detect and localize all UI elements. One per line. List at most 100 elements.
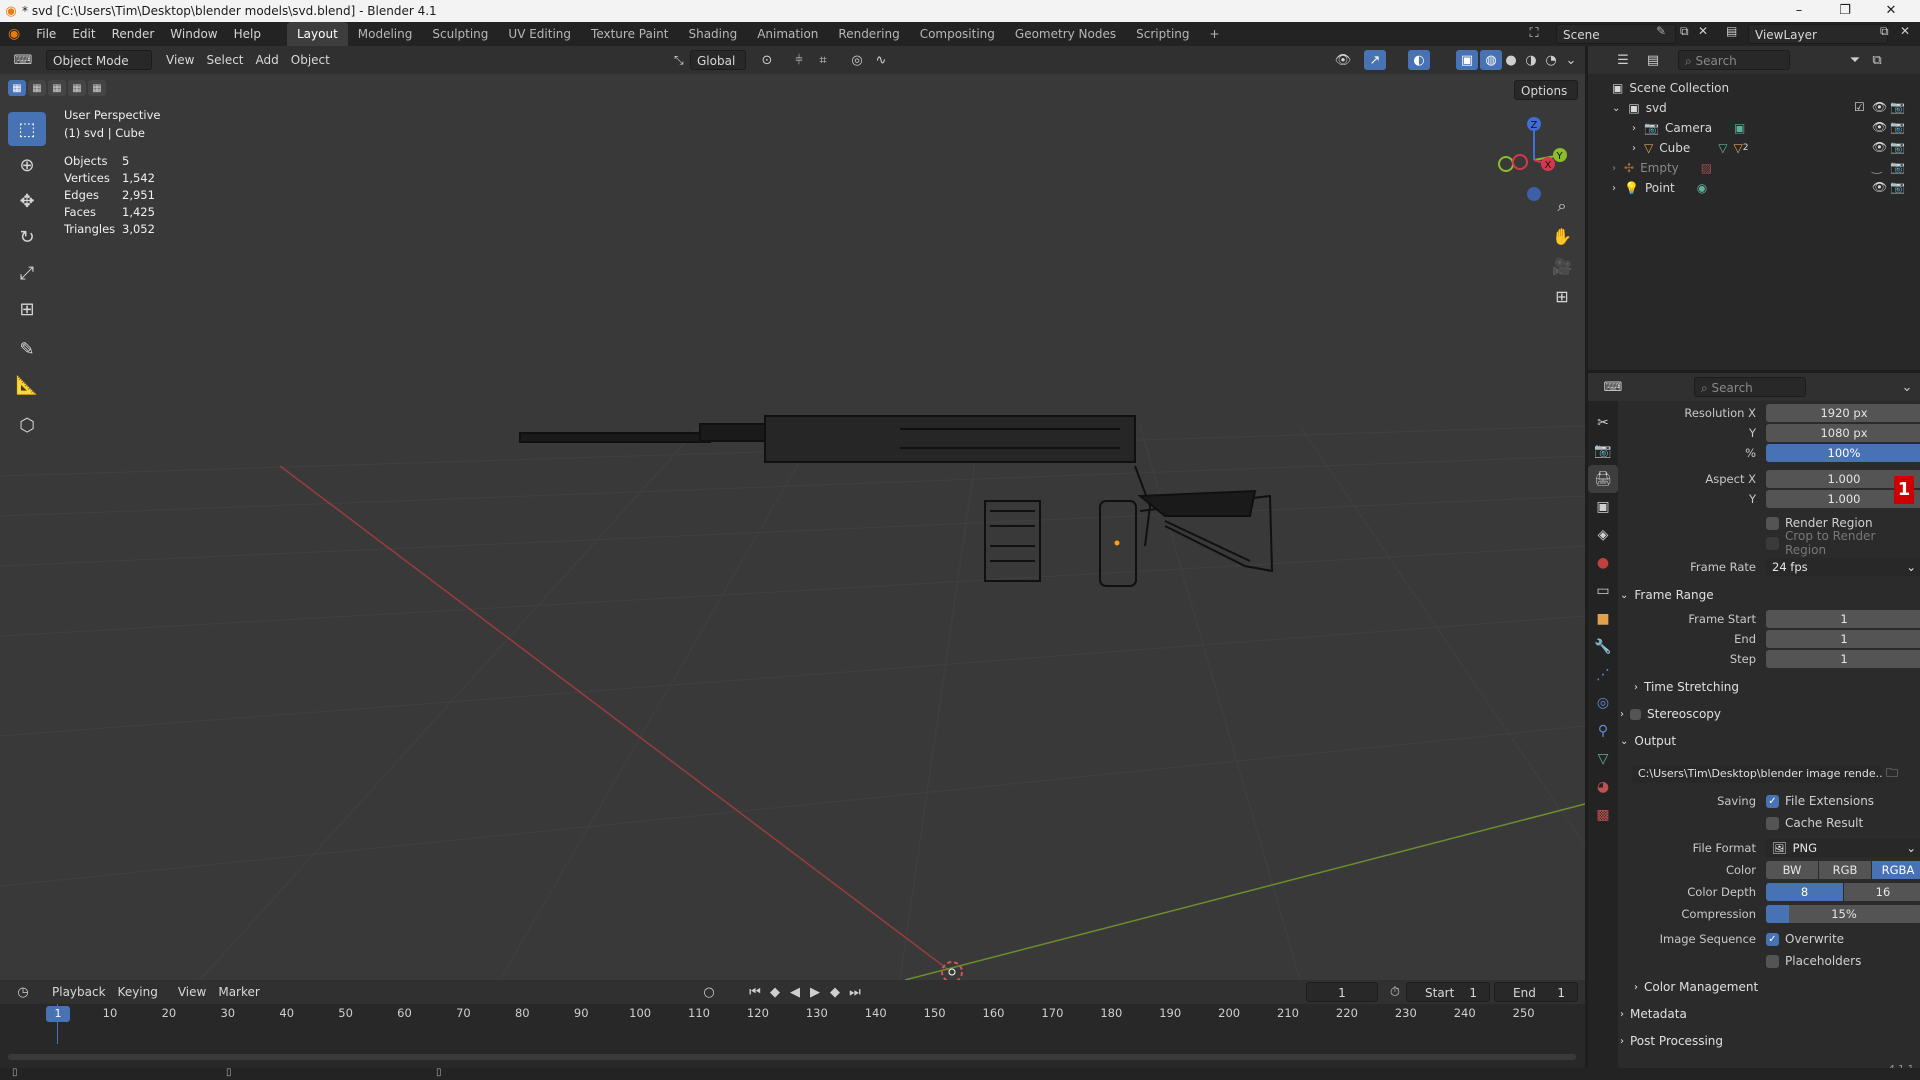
- menu-window[interactable]: Window: [162, 22, 225, 46]
- scale-tool-icon[interactable]: ⤢: [8, 256, 46, 290]
- output-path-field[interactable]: C:\Users\Tim\Desktop\blender image rende…: [1632, 765, 1882, 783]
- snap-icon[interactable]: ⫩: [788, 50, 810, 70]
- outliner-item-camera[interactable]: › 📷 Camera ▣: [1632, 118, 1745, 138]
- tab-modeling[interactable]: Modeling: [348, 22, 423, 46]
- gizmo-toggle-icon[interactable]: ↗: [1364, 50, 1386, 70]
- tab-animation[interactable]: Animation: [747, 22, 828, 46]
- view-layer-selector[interactable]: ViewLayer: [1748, 24, 1888, 44]
- tab-uv-editing[interactable]: UV Editing: [498, 22, 581, 46]
- snap-target-icon[interactable]: ⌗: [812, 50, 834, 70]
- tab-rendering[interactable]: Rendering: [828, 22, 909, 46]
- auto-keying-icon[interactable]: ○: [698, 982, 720, 1002]
- render-region-checkbox[interactable]: [1766, 516, 1779, 530]
- folder-icon[interactable]: 🗀: [1886, 764, 1898, 785]
- collection-row[interactable]: ⌄ ▣ svd: [1612, 98, 1667, 118]
- crop-region-checkbox[interactable]: [1766, 536, 1779, 550]
- options-button[interactable]: Options: [1514, 80, 1578, 100]
- post-processing-header[interactable]: › Post Processing: [1620, 1030, 1916, 1052]
- play-icon[interactable]: ▶: [804, 982, 826, 1002]
- tab-scripting[interactable]: Scripting: [1126, 22, 1199, 46]
- compression-slider[interactable]: 15%: [1766, 905, 1920, 923]
- pin-icon[interactable]: ✎: [1656, 24, 1666, 38]
- time-stretching-header[interactable]: › Time Stretching: [1634, 676, 1920, 698]
- move-tool-icon[interactable]: ✥: [8, 184, 46, 218]
- color-rgba-button[interactable]: RGBA: [1872, 861, 1920, 879]
- timeline-scrollbar[interactable]: [8, 1054, 1576, 1060]
- rendered-shading-icon[interactable]: ◔: [1540, 50, 1562, 70]
- outliner-item-point[interactable]: › 💡 Point ◉: [1612, 178, 1707, 198]
- editor-type-icon[interactable]: ⌨: [12, 50, 34, 70]
- tab-compositing[interactable]: Compositing: [910, 22, 1005, 46]
- delete-scene-icon[interactable]: ✕: [1698, 24, 1708, 38]
- wireframe-shading-icon[interactable]: ◍: [1480, 50, 1502, 70]
- render-camera-icon[interactable]: 📷: [1890, 120, 1905, 134]
- add-menu[interactable]: Add: [250, 50, 285, 70]
- menu-render[interactable]: Render: [104, 22, 163, 46]
- render-tab-icon[interactable]: 📷: [1588, 437, 1618, 465]
- frame-range-header[interactable]: ⌄ Frame Range: [1620, 584, 1916, 606]
- crop-region-row[interactable]: Crop to Render Region: [1618, 529, 1920, 557]
- delete-view-layer-icon[interactable]: ✕: [1900, 24, 1910, 38]
- particles-tab-icon[interactable]: ⋰: [1588, 661, 1618, 689]
- select-invert-icon[interactable]: ▦: [68, 80, 86, 96]
- transform-tool-icon[interactable]: ⊞: [8, 292, 46, 326]
- solid-shading-icon[interactable]: ●: [1500, 50, 1522, 70]
- material-shading-icon[interactable]: ◑: [1520, 50, 1542, 70]
- color-depth-16-button[interactable]: 16: [1844, 883, 1920, 901]
- maximize-button[interactable]: ❐: [1822, 0, 1868, 22]
- view-layer-tab-icon[interactable]: ▣: [1588, 493, 1618, 521]
- cursor-tool-icon[interactable]: ⊕: [8, 148, 46, 182]
- jump-start-icon[interactable]: ⏮: [744, 982, 766, 1002]
- metadata-header[interactable]: › Metadata: [1620, 1003, 1916, 1025]
- view-menu[interactable]: View: [160, 50, 200, 70]
- file-format-dropdown[interactable]: 🖼 PNG ⌄: [1766, 839, 1920, 857]
- prev-keyframe-icon[interactable]: ◆: [764, 982, 786, 1002]
- output-tab-icon[interactable]: 🖨: [1588, 465, 1618, 493]
- properties-editor-icon[interactable]: ⌨: [1602, 377, 1624, 397]
- render-camera-icon[interactable]: 📷: [1890, 160, 1905, 174]
- frame-step-field[interactable]: 1: [1766, 650, 1920, 668]
- color-depth-8-button[interactable]: 8: [1766, 883, 1843, 901]
- add-cube-tool-icon[interactable]: ⬡: [8, 408, 46, 442]
- collection-tab-icon[interactable]: ▭: [1588, 577, 1618, 605]
- select-box-tool-icon[interactable]: ⬚: [8, 112, 46, 146]
- current-frame-field[interactable]: 1: [1306, 982, 1378, 1002]
- outliner-item-cube[interactable]: › ▽ Cube ▽ ▽ 2: [1632, 138, 1748, 158]
- transform-orientation-selector[interactable]: Global: [690, 50, 746, 70]
- object-menu[interactable]: Object: [285, 50, 336, 70]
- new-scene-icon[interactable]: ⧉: [1680, 24, 1689, 39]
- cache-result-checkbox[interactable]: [1766, 816, 1779, 830]
- close-button[interactable]: ✕: [1868, 0, 1914, 22]
- texture-tab-icon[interactable]: ▩: [1588, 801, 1618, 829]
- play-reverse-icon[interactable]: ◀: [784, 982, 806, 1002]
- use-preview-range-icon[interactable]: ⏱: [1384, 982, 1406, 1002]
- eye-icon[interactable]: 👁: [1872, 140, 1887, 154]
- data-tab-icon[interactable]: ▽: [1588, 745, 1618, 773]
- xray-toggle-icon[interactable]: ▣: [1456, 50, 1478, 70]
- output-header[interactable]: ⌄ Output: [1620, 730, 1916, 752]
- resolution-x-field[interactable]: 1920 px: [1766, 404, 1920, 422]
- blender-menu-icon[interactable]: ◉: [0, 22, 28, 46]
- annotate-tool-icon[interactable]: ✎: [8, 332, 46, 366]
- color-management-header[interactable]: › Color Management: [1634, 976, 1920, 998]
- pivot-point-icon[interactable]: ⊙: [756, 50, 778, 70]
- keying-menu[interactable]: Keying: [112, 982, 164, 1002]
- menu-file[interactable]: File: [28, 22, 64, 46]
- eye-hidden-icon[interactable]: ‿: [1872, 160, 1882, 174]
- new-view-layer-icon[interactable]: ⧉: [1880, 24, 1889, 39]
- constraints-tab-icon[interactable]: ⚲: [1588, 717, 1618, 745]
- menu-edit[interactable]: Edit: [64, 22, 103, 46]
- color-bw-button[interactable]: BW: [1766, 861, 1818, 879]
- exclude-checkbox[interactable]: ☑: [1854, 100, 1865, 114]
- next-keyframe-icon[interactable]: ◆: [824, 982, 846, 1002]
- pan-hand-icon[interactable]: ✋: [1548, 222, 1576, 250]
- select-intersect-icon[interactable]: ▦: [88, 80, 106, 96]
- new-collection-icon[interactable]: ⧉: [1866, 50, 1888, 70]
- world-tab-icon[interactable]: ●: [1588, 549, 1618, 577]
- add-workspace-button[interactable]: +: [1200, 22, 1230, 46]
- color-rgb-button[interactable]: RGB: [1819, 861, 1871, 879]
- rotate-tool-icon[interactable]: ↻: [8, 220, 46, 254]
- end-frame-field[interactable]: End 1: [1494, 982, 1578, 1002]
- falloff-icon[interactable]: ∿: [870, 50, 892, 70]
- expand-icon[interactable]: ›: [1612, 163, 1616, 174]
